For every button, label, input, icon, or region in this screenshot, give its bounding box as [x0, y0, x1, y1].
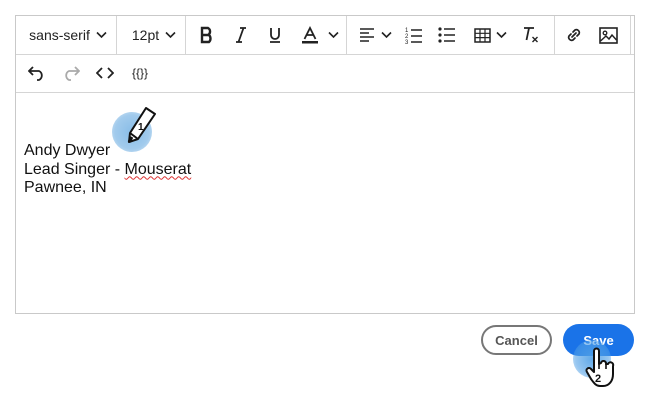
chevron-down-icon	[495, 31, 507, 39]
hand-cursor-icon: 2	[585, 347, 615, 387]
undo-button[interactable]	[26, 54, 48, 92]
toolbar-divider	[554, 16, 555, 54]
editor-content[interactable]: Andy Dwyer Lead Singer - Mouserat Pawnee…	[24, 142, 191, 198]
bold-icon	[200, 26, 212, 44]
link-button[interactable]	[562, 16, 586, 54]
svg-text:3: 3	[405, 40, 409, 44]
chevron-down-icon	[96, 31, 107, 39]
undo-icon	[28, 66, 43, 81]
font-size-value: 12pt	[131, 27, 160, 43]
toolbar-divider	[630, 16, 631, 54]
toolbar-row-2: {{}}	[16, 54, 634, 93]
hand-number: 2	[595, 373, 601, 385]
table-button[interactable]	[471, 16, 493, 54]
code-icon	[96, 67, 114, 79]
toolbar-divider	[116, 16, 117, 54]
italic-icon	[236, 27, 246, 43]
align-dropdown[interactable]	[378, 16, 394, 54]
underline-button[interactable]	[262, 16, 288, 54]
chevron-down-icon	[380, 31, 392, 39]
redo-button[interactable]	[60, 54, 82, 92]
font-size-select[interactable]: 12pt	[122, 16, 186, 54]
clear-formatting-icon	[524, 27, 538, 43]
content-line-name: Andy Dwyer	[24, 142, 111, 159]
chevron-down-icon	[327, 31, 339, 39]
image-icon	[598, 26, 618, 44]
rich-text-editor: sans-serif 12pt 12 3 {{}} Andy Dwyer Lea…	[15, 15, 635, 314]
text-color-icon	[302, 26, 318, 44]
redo-icon	[65, 66, 80, 81]
font-family-select[interactable]: sans-serif	[22, 16, 114, 54]
pen-cursor-icon: 1	[127, 107, 156, 143]
misspelled-word: Mouserat	[124, 160, 192, 178]
toolbar-divider	[185, 16, 186, 54]
text-color-button[interactable]	[298, 16, 322, 54]
content-line-title: Lead Singer - Mouserat	[24, 161, 191, 180]
align-button[interactable]	[356, 16, 378, 54]
pen-number: 1	[138, 122, 144, 133]
code-sample-label: {{}}	[131, 66, 149, 80]
italic-button[interactable]	[228, 16, 254, 54]
toolbar-row-1: sans-serif 12pt 12 3	[16, 16, 634, 55]
image-button[interactable]	[596, 16, 620, 54]
toolbar-divider	[346, 16, 347, 54]
source-code-button[interactable]	[94, 54, 116, 92]
numbered-list-icon: 123	[405, 28, 422, 44]
text-color-dropdown[interactable]	[324, 16, 342, 54]
code-sample-button[interactable]: {{}}	[126, 54, 154, 92]
cancel-button[interactable]: Cancel	[481, 325, 552, 355]
content-line-title-prefix: Lead Singer -	[24, 160, 125, 178]
bold-button[interactable]	[194, 16, 220, 54]
font-family-value: sans-serif	[29, 27, 90, 43]
numbered-list-button[interactable]: 123	[403, 16, 425, 54]
bullet-list-icon	[438, 27, 455, 43]
table-dropdown[interactable]	[493, 16, 509, 54]
chevron-down-icon	[165, 31, 176, 39]
link-icon	[567, 28, 581, 42]
underline-icon	[270, 28, 280, 43]
bullet-list-button[interactable]	[436, 16, 458, 54]
table-icon	[473, 27, 491, 43]
clear-formatting-button[interactable]	[519, 16, 543, 54]
content-line-location: Pawnee, IN	[24, 179, 107, 196]
align-left-icon	[360, 28, 374, 42]
